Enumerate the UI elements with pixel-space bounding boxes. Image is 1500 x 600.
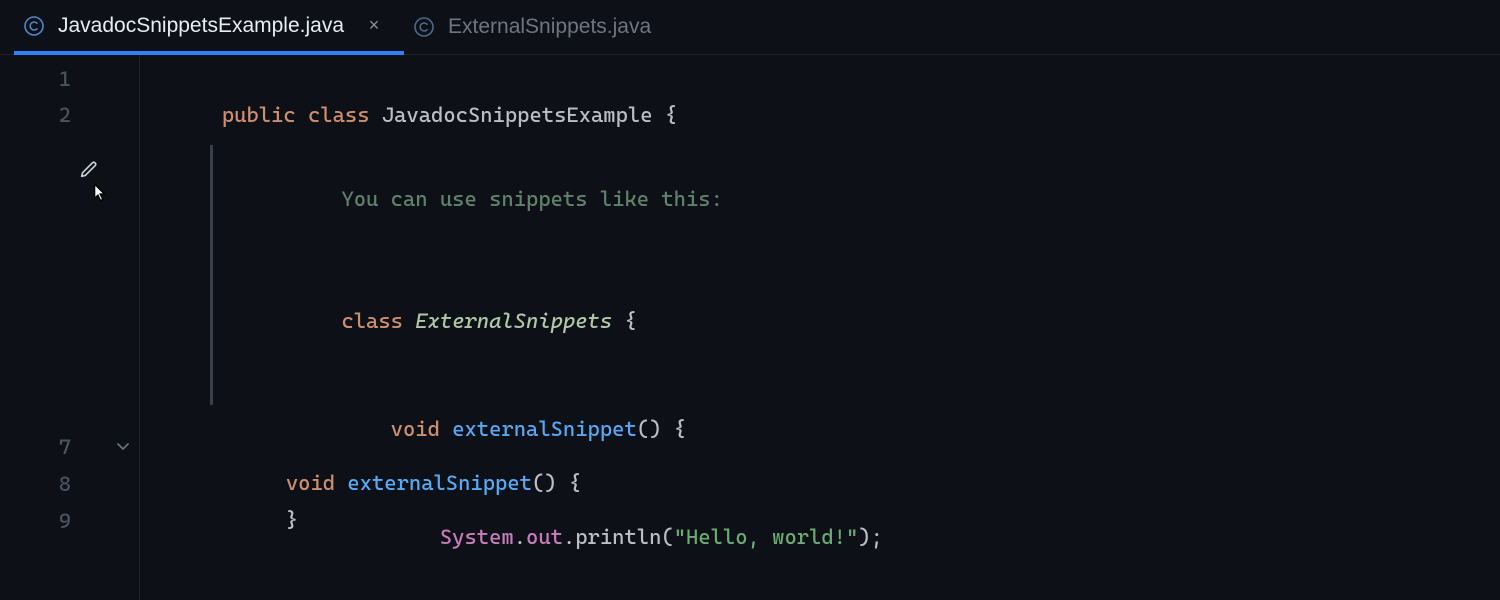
keyword: public <box>222 103 296 127</box>
tab-bar: JavadocSnippetsExample.java × ExternalSn… <box>0 0 1500 55</box>
chevron-down-icon[interactable] <box>111 429 135 465</box>
pencil-icon[interactable] <box>78 155 100 191</box>
javadoc-code-line: class ExternalSnippets { <box>243 267 883 375</box>
gutter: 1 2 7 8 9 <box>0 55 140 600</box>
tab-label: ExternalSnippets.java <box>448 15 651 39</box>
code-line[interactable]: } <box>212 466 298 574</box>
editor[interactable]: 1 2 7 8 9 public class JavadocSnippetsEx… <box>0 55 1500 600</box>
class-file-icon <box>24 16 44 36</box>
tab-javadoc-snippets-example[interactable]: JavadocSnippetsExample.java × <box>14 0 404 55</box>
rendered-javadoc[interactable]: You can use snippets like this: class Ex… <box>210 145 883 405</box>
line-number: 8 <box>41 466 71 502</box>
javadoc-code-line: } <box>243 591 883 600</box>
close-icon[interactable]: × <box>364 15 384 36</box>
class-file-icon <box>414 17 434 37</box>
tab-external-snippets[interactable]: ExternalSnippets.java <box>404 0 671 54</box>
line-number: 1 <box>41 61 71 97</box>
line-number: 2 <box>41 97 71 133</box>
keyword: class <box>308 103 370 127</box>
code-area[interactable]: public class JavadocSnippetsExample { Yo… <box>140 55 1500 600</box>
brace: { <box>665 103 677 127</box>
method-name: externalSnippet <box>347 471 532 495</box>
class-name: JavadocSnippetsExample <box>382 103 653 127</box>
tab-label: JavadocSnippetsExample.java <box>58 14 344 38</box>
javadoc-text: You can use snippets like this: <box>243 145 883 253</box>
line-number: 9 <box>41 503 71 539</box>
line-number: 7 <box>41 429 71 465</box>
